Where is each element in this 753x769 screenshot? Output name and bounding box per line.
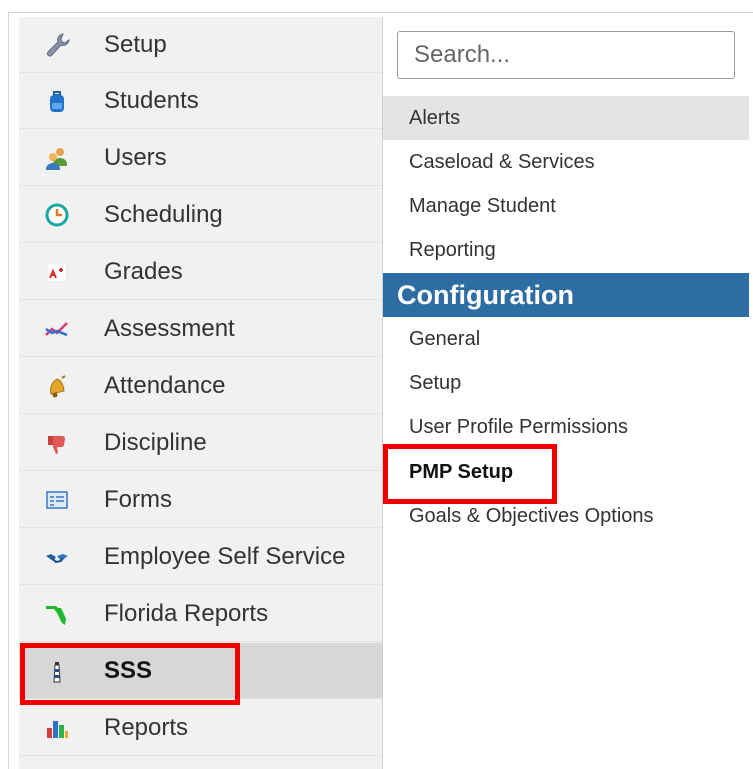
menu-item-user-profile-permissions[interactable]: User Profile Permissions <box>383 405 749 449</box>
nav-item-setup[interactable]: Setup <box>19 17 382 73</box>
handshake-icon <box>43 543 71 571</box>
clock-icon <box>43 201 71 229</box>
nav-item-scheduling[interactable]: Scheduling <box>19 187 382 243</box>
lighthouse-icon <box>43 657 71 685</box>
users-icon <box>43 144 71 172</box>
nav-label: Forms <box>104 485 172 513</box>
menu-item-goals-objectives-options[interactable]: Goals & Objectives Options <box>383 494 749 538</box>
menu-item-label: Alerts <box>409 106 461 129</box>
menu-item-setup[interactable]: Setup <box>383 361 749 405</box>
bar-chart-icon <box>43 714 71 742</box>
submenu-panel: Alerts Caseload & Services Manage Studen… <box>383 17 749 769</box>
assessment-icon <box>43 315 71 343</box>
nav-item-employee-self-service[interactable]: Employee Self Service <box>19 529 382 585</box>
menu-item-label: Manage Student <box>409 194 556 217</box>
nav-item-users[interactable]: Users <box>19 130 382 186</box>
bell-icon <box>43 372 71 400</box>
section-title: Configuration <box>397 279 574 310</box>
menu-item-manage-student[interactable]: Manage Student <box>383 184 749 228</box>
nav-label: Employee Self Service <box>104 542 346 570</box>
nav-label: Grades <box>104 257 183 285</box>
menu-item-label: General <box>409 327 481 350</box>
nav-item-attendance[interactable]: Attendance <box>19 358 382 414</box>
section-header-configuration: Configuration <box>383 273 749 317</box>
nav-label: Students <box>104 86 199 114</box>
form-icon <box>43 486 71 514</box>
thumbs-down-icon <box>43 429 71 457</box>
nav-label: Attendance <box>104 371 226 399</box>
nav-item-students[interactable]: Students <box>19 73 382 129</box>
menu-item-label: Reporting <box>409 238 496 261</box>
nav-item-grades[interactable]: Grades <box>19 244 382 300</box>
nav-item-discipline[interactable]: Discipline <box>19 415 382 471</box>
backpack-icon <box>43 87 71 115</box>
menu-item-label: PMP Setup <box>409 460 514 483</box>
nav-label: Setup <box>104 30 167 58</box>
nav-item-forms[interactable]: Forms <box>19 472 382 528</box>
menu-item-general[interactable]: General <box>383 317 749 361</box>
nav-label: Assessment <box>104 314 235 342</box>
nav-item-assessment[interactable]: Assessment <box>19 301 382 357</box>
menu-item-label: Setup <box>409 371 462 394</box>
menu-item-label: Caseload & Services <box>409 150 595 173</box>
search-input[interactable] <box>397 31 735 79</box>
nav-label: Discipline <box>104 428 207 456</box>
nav-item-florida-reports[interactable]: Florida Reports <box>19 586 382 642</box>
nav-label: Users <box>104 143 167 171</box>
menu-item-label: Goals & Objectives Options <box>409 504 654 527</box>
menu-item-alerts[interactable]: Alerts <box>383 96 749 140</box>
nav-label: SSS <box>104 656 153 684</box>
florida-icon <box>43 600 71 628</box>
left-nav: Setup Students Users Scheduling Grades A… <box>19 17 383 769</box>
nav-item-reports[interactable]: Reports <box>19 700 382 756</box>
nav-label: Florida Reports <box>104 599 269 627</box>
menu-item-label: User Profile Permissions <box>409 415 628 438</box>
menu-item-reporting[interactable]: Reporting <box>383 228 749 272</box>
menu-item-pmp-setup[interactable]: PMP Setup <box>383 450 749 494</box>
wrench-icon <box>43 31 71 59</box>
grades-icon <box>43 258 71 286</box>
nav-label: Reports <box>104 713 189 741</box>
menu-item-caseload-services[interactable]: Caseload & Services <box>383 140 749 184</box>
nav-label: Scheduling <box>104 200 223 228</box>
nav-item-sss[interactable]: SSS <box>19 643 382 699</box>
